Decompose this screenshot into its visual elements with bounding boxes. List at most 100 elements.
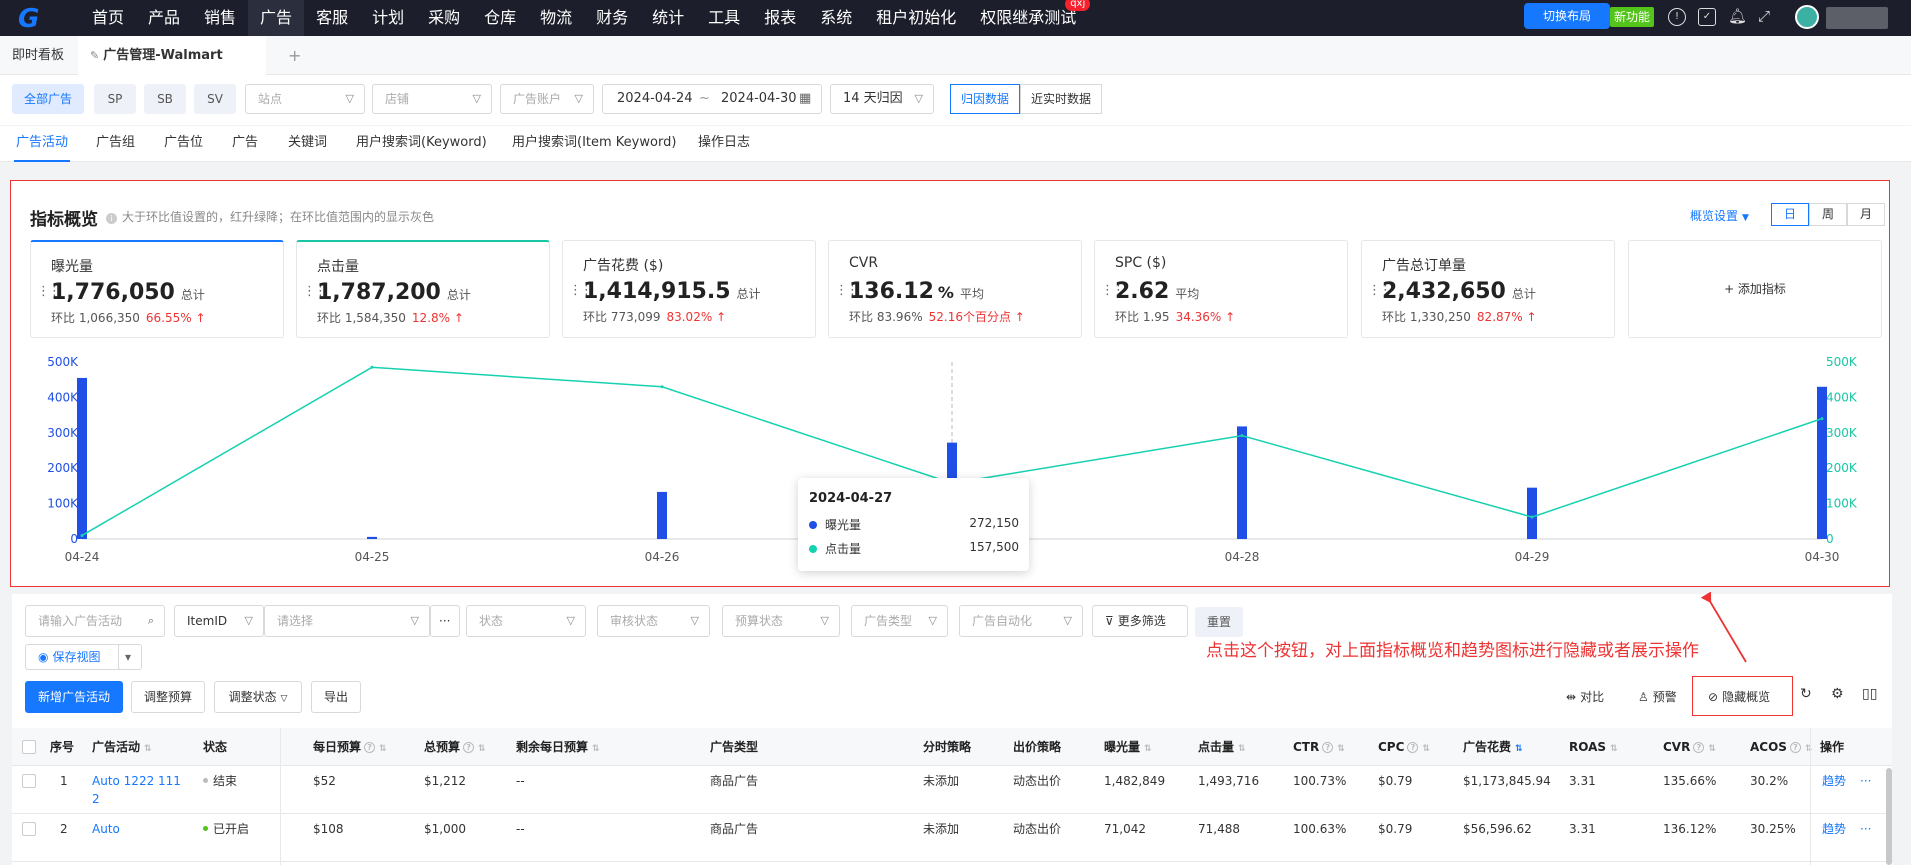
gear-icon[interactable]: ⚙ [1831,686,1844,702]
account-select[interactable]: 广告账户 ▽ [500,84,594,114]
review-status-select[interactable]: 审核状态 ▽ [597,605,710,637]
campaign-link[interactable]: Auto 1222 111 [92,771,181,791]
metric-card-cvr[interactable]: CVR ⋮⋮ 136.12% 平均 环比 83.96% 52.16个百分点 ↑ [828,240,1082,338]
nav-item-tenant-init[interactable]: 租户初始化 [864,0,968,36]
nav-item-system[interactable]: 系统 [808,0,864,36]
campaign-search-input[interactable]: 请输入广告活动 ⌕ [25,605,165,637]
col-ctr[interactable]: CTR? ⇅ [1293,728,1345,766]
shop-select[interactable]: 店铺 ▽ [372,84,492,114]
adjust-budget-button[interactable]: 调整预算 [131,681,205,713]
sort-icon[interactable]: ⇅ [1337,744,1345,754]
period-day[interactable]: 日 [1771,203,1809,226]
total-budget[interactable]: $1,212 [424,771,466,791]
ad-auto-select[interactable]: 广告自动化 ▽ [959,605,1083,637]
period-month[interactable]: 月 [1847,203,1885,226]
daily-budget[interactable]: $52 [313,771,336,791]
table-scrollbar[interactable] [1886,768,1892,865]
trend-link[interactable]: 趋势 [1822,771,1846,791]
total-budget[interactable]: $1,000 [424,819,466,839]
filter-sb[interactable]: SB [144,84,186,114]
budget-status-select[interactable]: 预算状态 ▽ [722,605,840,637]
metric-card-spend[interactable]: 广告花费 ($) ⋮⋮ 1,414,915.5 总计 环比 773,099 83.0… [562,240,816,338]
subtab-ad-groups[interactable]: 广告组 [94,126,137,162]
nav-item-service[interactable]: 客服 [304,0,360,36]
export-button[interactable]: 导出 [311,681,361,713]
nav-item-purchase[interactable]: 采购 [416,0,472,36]
row-checkbox[interactable] [22,774,36,788]
username-redacted[interactable] [1826,7,1888,29]
book-icon[interactable]: ▯▯ [1862,686,1877,702]
realtime-data-button[interactable]: 近实时数据 [1020,84,1103,114]
attributed-data-button[interactable]: 归因数据 [950,84,1021,114]
new-campaign-button[interactable]: 新增广告活动 [25,681,123,713]
fullscreen-icon[interactable]: ⤢ [1758,7,1770,25]
subtab-operation-log[interactable]: 操作日志 [696,126,752,162]
col-clicks[interactable]: 点击量 ⇅ [1198,728,1246,766]
nav-item-reports[interactable]: 报表 [752,0,808,36]
time-strategy[interactable]: 未添加 [923,771,959,791]
new-feature-button[interactable]: 新功能 [1610,7,1654,27]
nav-item-warehouse[interactable]: 仓库 [472,0,528,36]
nav-item-finance[interactable]: 财务 [584,0,640,36]
nav-item-home[interactable]: 首页 [80,0,136,36]
trend-link[interactable]: 趋势 [1822,819,1846,839]
col-spend[interactable]: 广告花费 ⇅ [1463,728,1523,766]
filter-sp[interactable]: SP [94,84,136,114]
status-select[interactable]: 状态 ▽ [466,605,586,637]
col-cvr[interactable]: CVR? ⇅ [1663,728,1716,766]
col-total-budget[interactable]: 总预算? ⇅ [424,728,486,766]
save-view-button[interactable]: ◉ 保存视图 [25,644,129,670]
campaign-link[interactable]: Auto [92,819,120,839]
tab-ad-management[interactable]: ✎ 广告管理-Walmart [78,36,266,75]
sort-desc-icon[interactable]: ⇅ [1515,744,1523,754]
nav-item-tools[interactable]: 工具 [696,0,752,36]
metric-card-clicks[interactable]: 点击量 ⋮⋮ 1,787,200 总计 环比 1,584,350 12.8% ↑ [296,240,550,338]
time-strategy[interactable]: 未添加 [923,819,959,839]
filter-all-ads[interactable]: 全部广告 [12,84,84,114]
adjust-status-button[interactable]: 调整状态 ▽ [214,681,302,713]
campaign-link-wrap[interactable]: 2 [92,789,100,809]
alert-icon[interactable]: ! [1668,8,1686,26]
avatar[interactable] [1795,5,1819,29]
col-acos[interactable]: ACOS? ⇅ [1750,728,1812,766]
sort-icon[interactable]: ⇅ [1144,744,1152,754]
subtab-ads[interactable]: 广告 [230,126,260,162]
period-week[interactable]: 周 [1809,203,1847,226]
metric-card-orders[interactable]: 广告总订单量 ⋮⋮ 2,432,650 总计 环比 1,330,250 82.87%… [1361,240,1615,338]
col-daily-budget[interactable]: 每日预算? ⇅ [313,728,387,766]
subtab-keywords[interactable]: 关键词 [286,126,329,162]
nav-item-ads[interactable]: 广告 [248,0,305,36]
hide-overview-button[interactable]: ⊘ 隐藏概览 [1708,688,1770,705]
more-options-button[interactable]: ··· [430,605,460,637]
filter-sv[interactable]: SV [194,84,236,114]
ad-type-select[interactable]: 广告类型 ▽ [851,605,948,637]
nav-item-plan[interactable]: 计划 [360,0,416,36]
itemid-value-select[interactable]: 请选择 ▽ [264,605,430,637]
nav-item-product[interactable]: 产品 [136,0,192,36]
metric-card-impressions[interactable]: 曝光量 ⋮⋮ 1,776,050 总计 环比 1,066,350 66.55% ↑ [30,240,284,338]
date-range-picker[interactable]: 2024-04-24 ~ 2024-04-30 ▦ [602,84,822,114]
sort-icon[interactable]: ⇅ [1422,744,1430,754]
refresh-icon[interactable]: ↻ [1800,686,1812,702]
bell-icon[interactable]: 🔔︎ [1728,7,1747,25]
metric-card-spc[interactable]: SPC ($) ⋮⋮ 2.62 平均 环比 1.95 34.36% ↑ [1094,240,1348,338]
col-roas[interactable]: ROAS ⇅ [1569,728,1618,766]
save-view-dropdown[interactable]: ▾ [118,644,142,670]
overview-settings-button[interactable]: 概览设置 ▼ [1690,207,1749,224]
sort-icon[interactable]: ⇅ [592,744,600,754]
attribution-select[interactable]: 14 天归因 ▽ [830,84,934,114]
more-actions-icon[interactable]: ··· [1860,819,1871,839]
sort-icon[interactable]: ⇅ [1238,744,1246,754]
sort-icon[interactable]: ⇅ [1708,744,1716,754]
nav-item-stats[interactable]: 统计 [640,0,696,36]
search-icon[interactable]: ⌕ [148,606,154,636]
row-checkbox[interactable] [22,822,36,836]
sort-icon[interactable]: ⇅ [1610,744,1618,754]
tab-dashboard[interactable]: 即时看板 [0,36,76,75]
switch-layout-button[interactable]: 切换布局 [1524,3,1610,29]
select-all-checkbox[interactable] [22,740,36,754]
itemid-select[interactable]: ItemID ▽ [174,605,264,637]
alert-button[interactable]: ♙ 预警 [1638,688,1677,705]
sort-icon[interactable]: ⇅ [1805,744,1813,754]
subtab-search-terms-keyword[interactable]: 用户搜索词(Keyword) [354,126,489,162]
